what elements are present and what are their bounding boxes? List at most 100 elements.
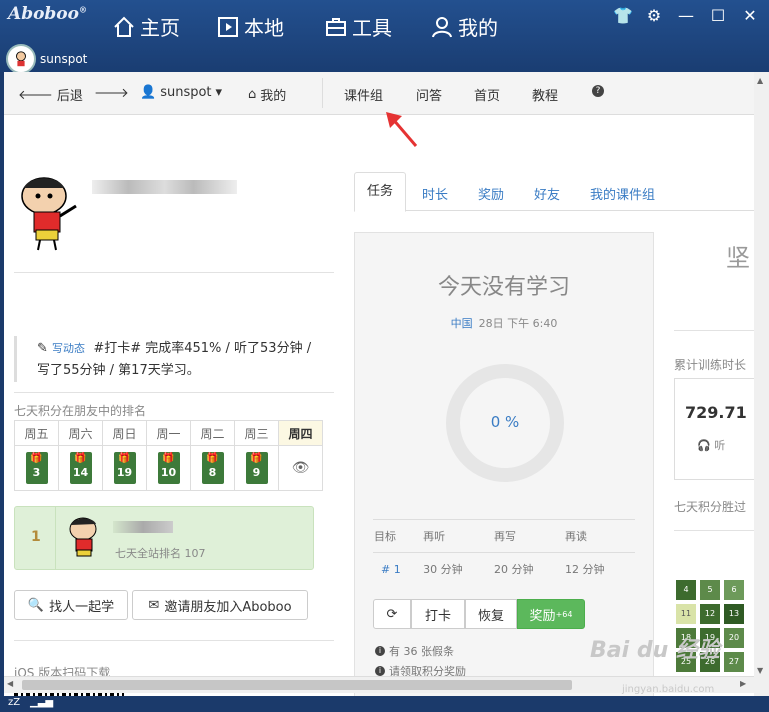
username: sunspot (40, 52, 88, 66)
scroll-down-icon[interactable]: ▼ (757, 666, 763, 675)
calendar-day[interactable]: 27 (724, 652, 744, 672)
arrow-left-icon: 🡐 (18, 87, 53, 103)
button-label: 邀请朋友加入Aboboo (164, 599, 292, 615)
user-badge[interactable]: sunspot (6, 44, 87, 74)
day-header-today: 周四 (278, 420, 323, 446)
day-value: 14 (72, 466, 89, 479)
friend-ranking-title: 七天积分在朋友中的排名 (14, 404, 147, 418)
gift-icon[interactable]: 🎁 3 (25, 452, 48, 484)
user-icon: 👤 (140, 85, 157, 100)
link-qa[interactable]: 问答 (416, 85, 442, 104)
gift-icon[interactable]: 🎁 14 (69, 452, 92, 484)
nav-local-label: 本地 (244, 16, 284, 40)
goal-header: 再读 (564, 519, 635, 553)
link-tutorial[interactable]: 教程 (532, 85, 558, 104)
scroll-thumb[interactable] (22, 680, 572, 690)
forward-button[interactable]: 🡒 (94, 85, 129, 101)
cumulative-label: 累计训练时长 (674, 358, 747, 372)
gift-icon[interactable]: 🎁 8 (201, 452, 224, 484)
tab-duration[interactable]: 时长 (422, 184, 448, 203)
goal-cell: 20 分钟 (493, 552, 564, 585)
calendar-day[interactable]: 5 (700, 580, 720, 600)
invite-friends-button[interactable]: ✉ 邀请朋友加入Aboboo (132, 590, 308, 620)
scroll-up-icon[interactable]: ▲ (757, 76, 763, 85)
calendar-day[interactable]: 4 (676, 580, 696, 600)
button-label: 打卡 (424, 608, 451, 624)
calendar-day[interactable]: 12 (700, 604, 720, 624)
help-icon[interactable]: ? (592, 85, 604, 97)
note-text: 有 36 张假条 (389, 645, 454, 658)
day-cell-today: 👁 (278, 445, 323, 491)
divider (14, 272, 334, 273)
divider (14, 392, 334, 393)
tab-label: 时长 (422, 188, 449, 203)
calendar-day[interactable]: 11 (676, 604, 696, 624)
today-card: 今天没有学习 中国 28日 下午 6:40 0 % 目标 再听 再写 再读 # 1… (354, 232, 654, 696)
mine-link[interactable]: ⌂ 我的 (248, 85, 286, 104)
goal-cell[interactable]: # 1 (373, 552, 423, 585)
home-icon (114, 16, 134, 37)
tab-tasks[interactable]: 任务 (354, 172, 407, 212)
calendar-day[interactable]: 13 (724, 604, 744, 624)
nav-home[interactable]: 主页 (112, 12, 180, 41)
listen-hours: 729.71 (685, 403, 747, 422)
friend-avatar[interactable] (67, 515, 103, 559)
back-button[interactable]: 🡐 后退 (18, 85, 83, 105)
info-icon: i (375, 646, 385, 656)
tab-my-courseware-groups[interactable]: 我的课件组 (590, 184, 655, 203)
reward-button[interactable]: 奖励 +64 (517, 599, 585, 629)
nav-tools[interactable]: 工具 (324, 12, 392, 41)
link-courseware-group[interactable]: 课件组 (344, 85, 383, 104)
scroll-left-icon[interactable]: ◀ (7, 679, 13, 688)
tab-friends[interactable]: 好友 (534, 184, 560, 203)
day-value: 3 (32, 466, 41, 479)
streak-title: 坚 (726, 244, 750, 272)
profile-avatar[interactable] (18, 174, 82, 252)
link-label: 问答 (416, 89, 443, 104)
status-bar: zZ ▁▃▅ (0, 696, 769, 712)
edit-icon: ✎ (37, 341, 48, 356)
refresh-button[interactable]: ⟳ (373, 599, 411, 629)
nav-local[interactable]: 本地 (216, 12, 284, 41)
shirt-icon[interactable]: 👕 (613, 6, 633, 25)
divider (674, 330, 754, 331)
title-bar: Aboboo® 主页 本地 工具 我的 sunspot 👕 ⚙ — ☐ ✕ (0, 0, 769, 74)
day-value: 8 (208, 466, 217, 479)
goal-header: 目标 (373, 519, 423, 553)
restore-button[interactable]: 恢复 (465, 599, 517, 629)
mine-label: 我的 (260, 89, 287, 104)
calendar-day[interactable]: 20 (724, 628, 744, 648)
nav-mine[interactable]: 我的 (430, 12, 498, 41)
minimize-icon[interactable]: — (677, 6, 695, 25)
find-study-partner-button[interactable]: 🔍 找人一起学 (14, 590, 128, 620)
person-icon (432, 16, 452, 37)
sleep-indicator: zZ (8, 697, 21, 708)
gift-icon[interactable]: 🎁 10 (157, 452, 180, 484)
close-icon[interactable]: ✕ (741, 6, 759, 25)
user-menu[interactable]: 👤 sunspot ▾ (140, 85, 222, 100)
gift-icon[interactable]: 🎁 19 (113, 452, 136, 484)
listen-label: 🎧 听 (697, 437, 725, 453)
envelope-icon: ✉ (148, 597, 160, 613)
maximize-icon[interactable]: ☐ (709, 6, 727, 25)
gift-icon[interactable]: 🎁 9 (245, 452, 268, 484)
vertical-scrollbar[interactable]: ▲ ▼ (754, 72, 769, 696)
reward-points: +64 (555, 609, 573, 619)
button-label: 找人一起学 (49, 599, 115, 615)
weekly-points-table: 周五 周六 周日 周一 周二 周三 周四 🎁 3 🎁 14 🎁 19 🎁 10 🎁 8 🎁… (14, 420, 323, 491)
link-label: 首页 (474, 89, 501, 104)
divider (674, 530, 754, 531)
listen-text: 听 (714, 439, 726, 452)
checkin-button[interactable]: 打卡 (411, 599, 465, 629)
eye-icon[interactable]: 👁 (292, 460, 310, 476)
day-cell: 🎁 14 (58, 445, 103, 491)
button-label: 奖励 (529, 608, 556, 624)
day-value: 19 (116, 466, 133, 479)
goal-header: 再听 (422, 519, 494, 553)
gear-icon[interactable]: ⚙ (645, 6, 663, 25)
scroll-right-icon[interactable]: ▶ (740, 679, 746, 688)
calendar-day[interactable]: 6 (724, 580, 744, 600)
post-status-link[interactable]: 写动态 (52, 342, 85, 355)
link-home[interactable]: 首页 (474, 85, 500, 104)
tab-rewards[interactable]: 奖励 (478, 184, 504, 203)
